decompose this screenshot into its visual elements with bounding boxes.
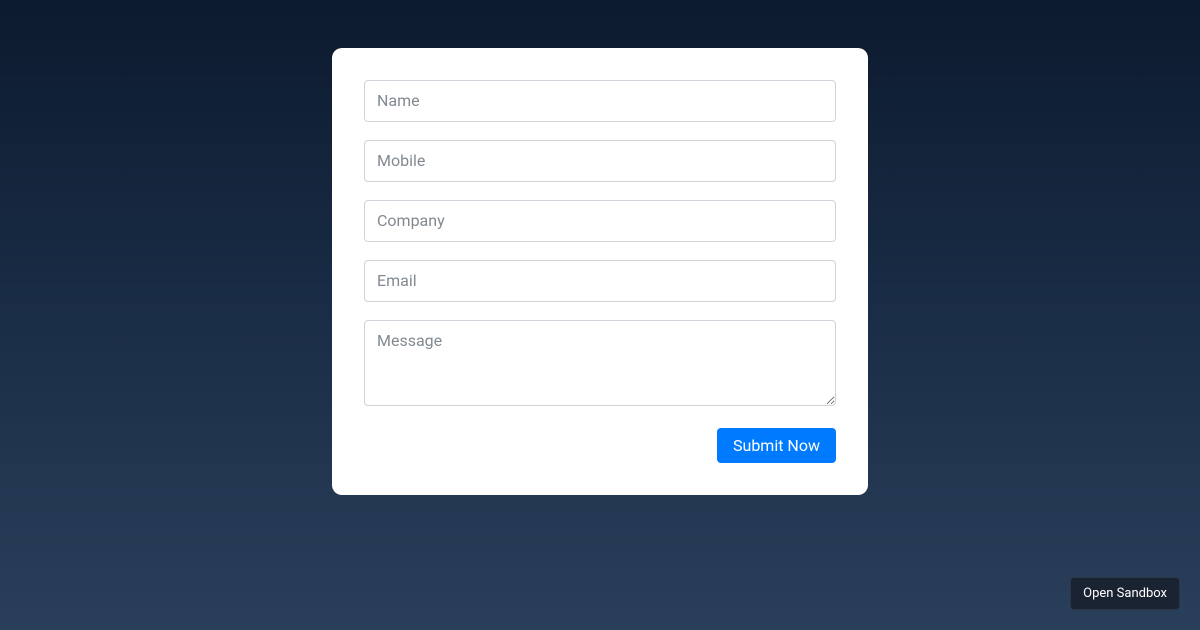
submit-row: Submit Now <box>364 428 836 463</box>
form-group-message <box>364 320 836 410</box>
message-textarea[interactable] <box>364 320 836 406</box>
name-input[interactable] <box>364 80 836 122</box>
company-input[interactable] <box>364 200 836 242</box>
form-group-email <box>364 260 836 302</box>
form-group-mobile <box>364 140 836 182</box>
contact-form-card: Submit Now <box>332 48 868 495</box>
mobile-input[interactable] <box>364 140 836 182</box>
email-input[interactable] <box>364 260 836 302</box>
open-sandbox-button[interactable]: Open Sandbox <box>1070 577 1180 610</box>
submit-button[interactable]: Submit Now <box>717 428 836 463</box>
form-group-company <box>364 200 836 242</box>
form-group-name <box>364 80 836 122</box>
